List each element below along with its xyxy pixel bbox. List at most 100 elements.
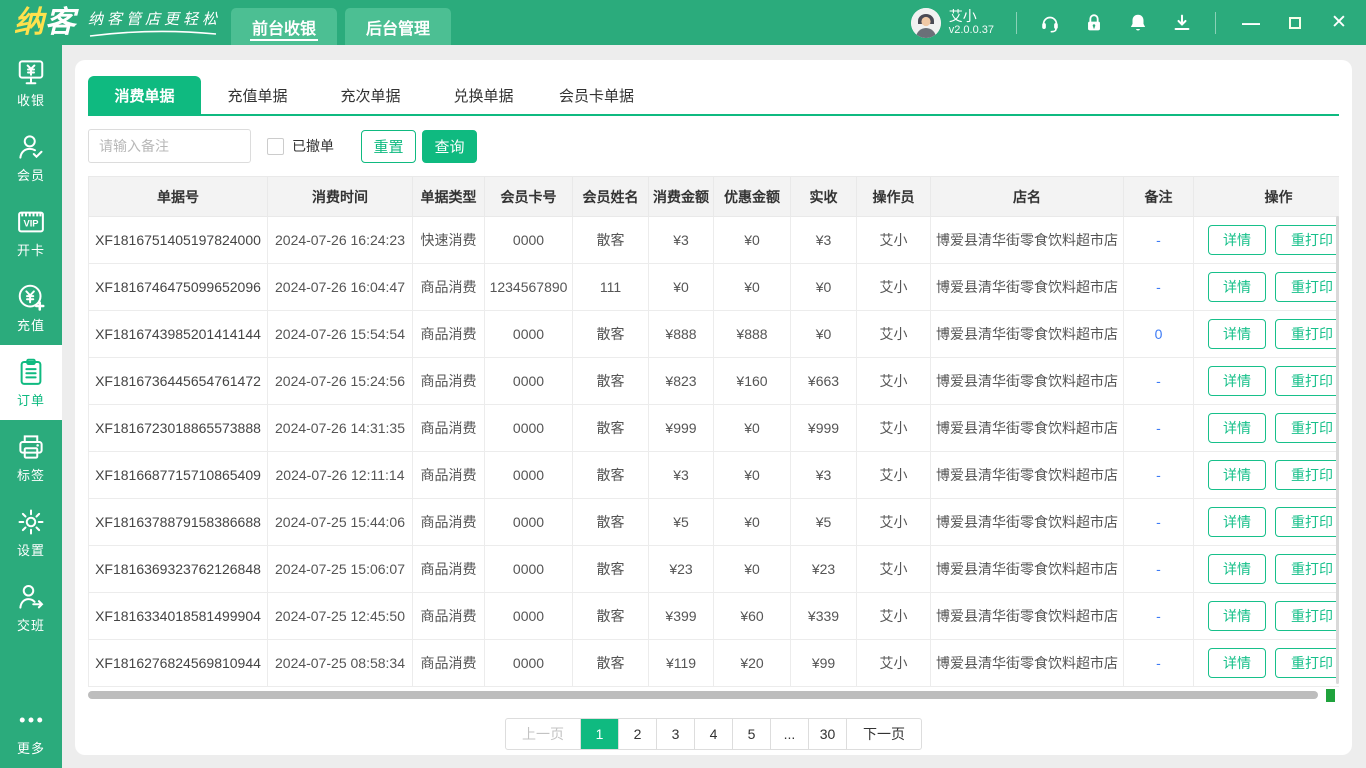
- member-icon: [16, 132, 46, 162]
- cell-paid-amount: ¥0: [791, 311, 857, 358]
- doc-tab-1[interactable]: 充值单据: [201, 76, 314, 114]
- cell-actions: 详情重打印: [1194, 358, 1340, 405]
- detail-button[interactable]: 详情: [1208, 507, 1266, 537]
- horizontal-scrollbar-track: [88, 689, 1339, 702]
- topbar-icons: [1039, 12, 1193, 34]
- cell-operator: 艾小: [857, 499, 931, 546]
- sidebar-item-label: 收银: [17, 90, 45, 109]
- sidebar-item-shift[interactable]: 交班: [0, 570, 62, 645]
- recharge-icon: [16, 282, 46, 312]
- detail-button[interactable]: 详情: [1208, 554, 1266, 584]
- scrollbar-corner-marker[interactable]: [1326, 689, 1335, 702]
- topbar-divider: [1215, 12, 1216, 34]
- pagination-page-30[interactable]: 30: [809, 719, 847, 749]
- cancelled-checkbox[interactable]: [267, 138, 284, 155]
- detail-button[interactable]: 详情: [1208, 648, 1266, 678]
- column-header: 单据号: [89, 177, 268, 217]
- lock-icon[interactable]: [1083, 12, 1105, 34]
- cell-card-no: 0000: [485, 358, 573, 405]
- bell-icon[interactable]: [1127, 12, 1149, 34]
- cell-member-name: 散客: [573, 640, 649, 687]
- cell-card-no: 0000: [485, 546, 573, 593]
- pagination-page-2[interactable]: 2: [619, 719, 657, 749]
- cancelled-checkbox-label[interactable]: 已撤单: [292, 136, 334, 156]
- pagination-next[interactable]: 下一页: [847, 719, 921, 749]
- sidebar-spacer: [0, 645, 62, 693]
- sidebar-item-label: 设置: [17, 540, 45, 559]
- nav-tab-label: 前台收银: [252, 15, 316, 39]
- reprint-button[interactable]: 重打印: [1275, 366, 1339, 396]
- sidebar-item-orders[interactable]: 订单: [0, 345, 62, 420]
- detail-button[interactable]: 详情: [1208, 319, 1266, 349]
- reprint-button[interactable]: 重打印: [1275, 413, 1339, 443]
- table-row: XF18163340185814999042024-07-25 12:45:50…: [89, 593, 1340, 640]
- user-block[interactable]: 艾小 v2.0.0.37: [911, 8, 994, 38]
- reprint-button[interactable]: 重打印: [1275, 601, 1339, 631]
- detail-button[interactable]: 详情: [1208, 366, 1266, 396]
- pagination-page-4[interactable]: 4: [695, 719, 733, 749]
- minimize-icon[interactable]: —: [1242, 14, 1260, 32]
- nav-tab-backend-manage[interactable]: 后台管理: [345, 8, 451, 45]
- horizontal-scrollbar-thumb[interactable]: [88, 691, 1318, 699]
- detail-button[interactable]: 详情: [1208, 225, 1266, 255]
- avatar-person-icon: [911, 8, 941, 38]
- cell-note: -: [1124, 452, 1194, 499]
- detail-button[interactable]: 详情: [1208, 601, 1266, 631]
- detail-button[interactable]: 详情: [1208, 272, 1266, 302]
- reprint-button[interactable]: 重打印: [1275, 319, 1339, 349]
- cell-bill-type: 商品消费: [413, 311, 485, 358]
- cell-consume-amount: ¥23: [649, 546, 714, 593]
- cell-operator: 艾小: [857, 217, 931, 264]
- sidebar-item-settings[interactable]: 设置: [0, 495, 62, 570]
- nav-tab-label: 后台管理: [366, 15, 430, 39]
- vertical-scrollbar[interactable]: [1336, 216, 1339, 684]
- detail-button[interactable]: 详情: [1208, 460, 1266, 490]
- pagination-page-1[interactable]: 1: [581, 719, 619, 749]
- reset-button[interactable]: 重置: [361, 130, 416, 163]
- reprint-button[interactable]: 重打印: [1275, 272, 1339, 302]
- doc-tab-2[interactable]: 充次单据: [314, 76, 427, 114]
- sidebar-item-member[interactable]: 会员: [0, 120, 62, 195]
- column-header: 操作员: [857, 177, 931, 217]
- cell-bill-no: XF1816334018581499904: [89, 593, 268, 640]
- search-button[interactable]: 查询: [422, 130, 477, 163]
- doc-tab-3[interactable]: 兑换单据: [427, 76, 540, 114]
- sidebar-item-more[interactable]: 更多: [0, 693, 62, 768]
- pagination-prev[interactable]: 上一页: [506, 719, 581, 749]
- reprint-button[interactable]: 重打印: [1275, 507, 1339, 537]
- doc-tab-4[interactable]: 会员卡单据: [540, 76, 653, 114]
- reprint-button[interactable]: 重打印: [1275, 554, 1339, 584]
- cell-card-no: 0000: [485, 311, 573, 358]
- cell-actions: 详情重打印: [1194, 452, 1340, 499]
- pagination-ellipsis[interactable]: ...: [771, 719, 809, 749]
- table-row: XF18162768245698109442024-07-25 08:58:34…: [89, 640, 1340, 687]
- reprint-button[interactable]: 重打印: [1275, 225, 1339, 255]
- sidebar-item-cashier[interactable]: 收银: [0, 45, 62, 120]
- sidebar-item-recharge[interactable]: 充值: [0, 270, 62, 345]
- sidebar-item-vip-card[interactable]: VIP开卡: [0, 195, 62, 270]
- window-controls: — ✕: [1238, 14, 1348, 32]
- cell-bill-type: 商品消费: [413, 640, 485, 687]
- close-icon[interactable]: ✕: [1330, 14, 1348, 32]
- nav-tab-front-cashier[interactable]: 前台收银: [231, 8, 337, 45]
- reprint-button[interactable]: 重打印: [1275, 460, 1339, 490]
- detail-button[interactable]: 详情: [1208, 413, 1266, 443]
- support-headset-icon[interactable]: [1039, 12, 1061, 34]
- note-link[interactable]: 0: [1155, 326, 1163, 342]
- sidebar-item-label: 充值: [17, 315, 45, 334]
- note-search-input[interactable]: [88, 129, 251, 163]
- avatar[interactable]: [911, 8, 941, 38]
- doc-tab-0[interactable]: 消费单据: [88, 76, 201, 114]
- cell-member-name: 111: [573, 264, 649, 311]
- download-icon[interactable]: [1171, 12, 1193, 34]
- cell-discount-amount: ¥0: [714, 217, 791, 264]
- table-row: XF18167439852014141442024-07-26 15:54:54…: [89, 311, 1340, 358]
- cell-operator: 艾小: [857, 405, 931, 452]
- cell-consume-amount: ¥119: [649, 640, 714, 687]
- cell-operator: 艾小: [857, 452, 931, 499]
- sidebar-item-label[interactable]: 标签: [0, 420, 62, 495]
- maximize-icon[interactable]: [1286, 14, 1304, 32]
- reprint-button[interactable]: 重打印: [1275, 648, 1339, 678]
- pagination-page-5[interactable]: 5: [733, 719, 771, 749]
- pagination-page-3[interactable]: 3: [657, 719, 695, 749]
